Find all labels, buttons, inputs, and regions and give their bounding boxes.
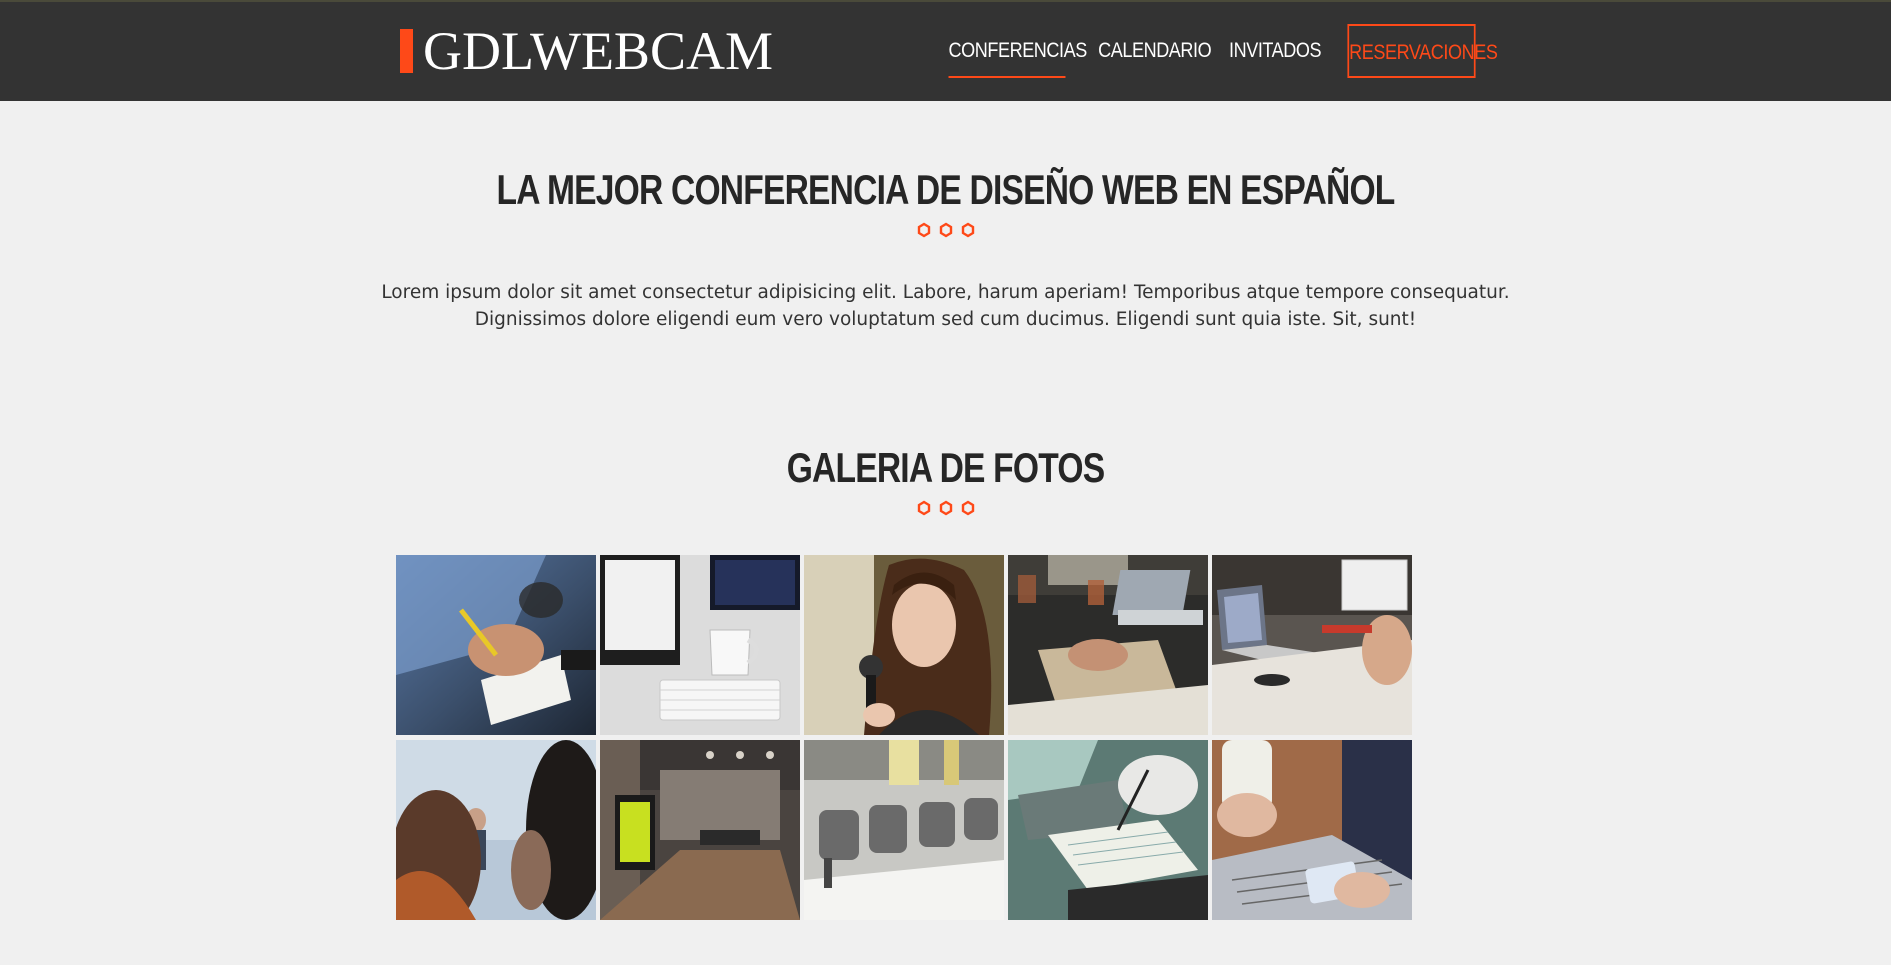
site-header: GDLWEBCAM CONFERENCIAS CALENDARIO INVITA… (0, 0, 1891, 101)
gallery-photo-8[interactable] (804, 740, 1004, 920)
office-hallway-photo (600, 740, 800, 920)
speaker-audience-photo (396, 740, 596, 920)
gallery-photo-5[interactable] (1212, 555, 1412, 735)
nav-calendario[interactable]: CALENDARIO (1098, 24, 1212, 78)
nav-reservaciones-button[interactable]: RESERVACIONES (1347, 24, 1498, 78)
logo-accent-bar (400, 29, 413, 73)
hand-writing-notes-photo (396, 555, 596, 735)
intro-title: LA MEJOR CONFERENCIA DE DISEÑO WEB EN ES… (496, 166, 1395, 213)
intro-line-1: Lorem ipsum dolor sit amet consectetur a… (381, 282, 1510, 303)
gallery-photo-9[interactable] (1008, 740, 1208, 920)
logo-text[interactable]: GDLWEBCAM (423, 24, 773, 78)
intro-divider (0, 222, 1891, 238)
laptop-notebook-writing-photo (1008, 740, 1208, 920)
nav-invitados[interactable]: INVITADOS (1229, 24, 1322, 78)
nav-conferencias[interactable]: CONFERENCIAS (948, 24, 1087, 78)
phone-laptop-cup-photo (1212, 740, 1412, 920)
hexagon-icon (917, 500, 930, 516)
intro-paragraph: Lorem ipsum dolor sit amet consectetur a… (380, 279, 1511, 333)
desk-monitor-mug-photo (600, 555, 800, 735)
gallery-photo-10[interactable] (1212, 740, 1412, 920)
hexagon-icon (939, 500, 952, 516)
hexagon-icon (961, 222, 974, 238)
gallery-photo-4[interactable] (1008, 555, 1208, 735)
photo-gallery (396, 555, 1412, 920)
hexagon-icon (961, 500, 974, 516)
gallery-photo-1[interactable] (396, 555, 596, 735)
site-logo[interactable]: GDLWEBCAM (400, 24, 773, 78)
gallery-photo-3[interactable] (804, 555, 1004, 735)
empty-chairs-room-photo (804, 740, 1004, 920)
intro-line-2: Dignissimos dolore eligendi eum vero vol… (474, 309, 1417, 330)
hexagon-icon (917, 222, 930, 238)
gallery-photo-2[interactable] (600, 555, 800, 735)
gallery-photo-6[interactable] (396, 740, 596, 920)
gallery-title: GALERIA DE FOTOS (786, 444, 1105, 491)
laptops-desk-photo (1212, 555, 1412, 735)
hexagon-icon (939, 222, 952, 238)
woman-with-microphone-photo (804, 555, 1004, 735)
gallery-divider (0, 500, 1891, 516)
gallery-photo-7[interactable] (600, 740, 800, 920)
laptop-table-meeting-photo (1008, 555, 1208, 735)
